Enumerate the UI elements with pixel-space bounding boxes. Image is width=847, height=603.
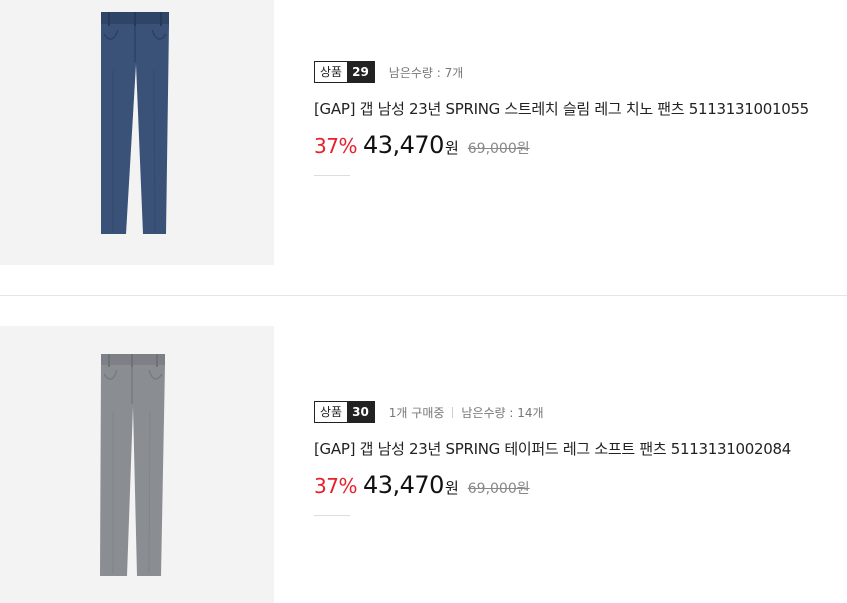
navy-pants-icon [101,12,169,234]
product-badge: 상품 29 [314,61,375,83]
price-row: 37% 43,470 원 69,000원 [314,131,809,159]
badge-label: 상품 [315,62,348,82]
product-card: 상품 29 남은수량 : 7개 [GAP] 갭 남성 23년 SPRING 스트… [0,0,847,265]
sale-price-unit: 원 [444,479,459,497]
remaining-quantity: 남은수량 : 14개 [461,405,544,420]
section-divider [0,295,847,296]
meta-row: 상품 30 1개 구매중 남은수량 : 14개 [314,400,791,424]
short-divider [314,515,350,516]
badge-label: 상품 [315,402,348,422]
product-thumbnail[interactable] [0,0,274,265]
discount-rate: 37% [314,134,357,158]
original-price: 69,000원 [467,481,530,497]
badge-number: 30 [347,402,374,422]
sale-price: 43,470 [362,131,444,159]
buying-count: 1개 구매중 [388,405,445,420]
gray-pants-icon [100,354,165,576]
meta-separator [452,406,454,418]
meta-row: 상품 29 남은수량 : 7개 [314,60,809,84]
original-price: 69,000원 [467,141,530,157]
product-info: 상품 30 1개 구매중 남은수량 : 14개 [GAP] 갭 남성 23년 S… [314,400,791,516]
product-title[interactable]: [GAP] 갭 남성 23년 SPRING 테이퍼드 레그 소프트 팬츠 511… [314,438,791,459]
product-info: 상품 29 남은수량 : 7개 [GAP] 갭 남성 23년 SPRING 스트… [314,60,809,176]
discount-rate: 37% [314,474,357,498]
price-row: 37% 43,470 원 69,000원 [314,471,791,499]
product-card: 상품 30 1개 구매중 남은수량 : 14개 [GAP] 갭 남성 23년 S… [0,326,847,603]
short-divider [314,175,350,176]
sale-price: 43,470 [362,471,444,499]
product-thumbnail[interactable] [0,326,274,603]
product-list: 상품 29 남은수량 : 7개 [GAP] 갭 남성 23년 SPRING 스트… [0,0,847,603]
product-badge: 상품 30 [314,401,375,423]
remaining-quantity: 남은수량 : 7개 [388,65,464,80]
product-title[interactable]: [GAP] 갭 남성 23년 SPRING 스트레치 슬림 레그 치노 팬츠 5… [314,98,809,119]
sale-price-unit: 원 [444,139,459,157]
badge-number: 29 [347,62,374,82]
